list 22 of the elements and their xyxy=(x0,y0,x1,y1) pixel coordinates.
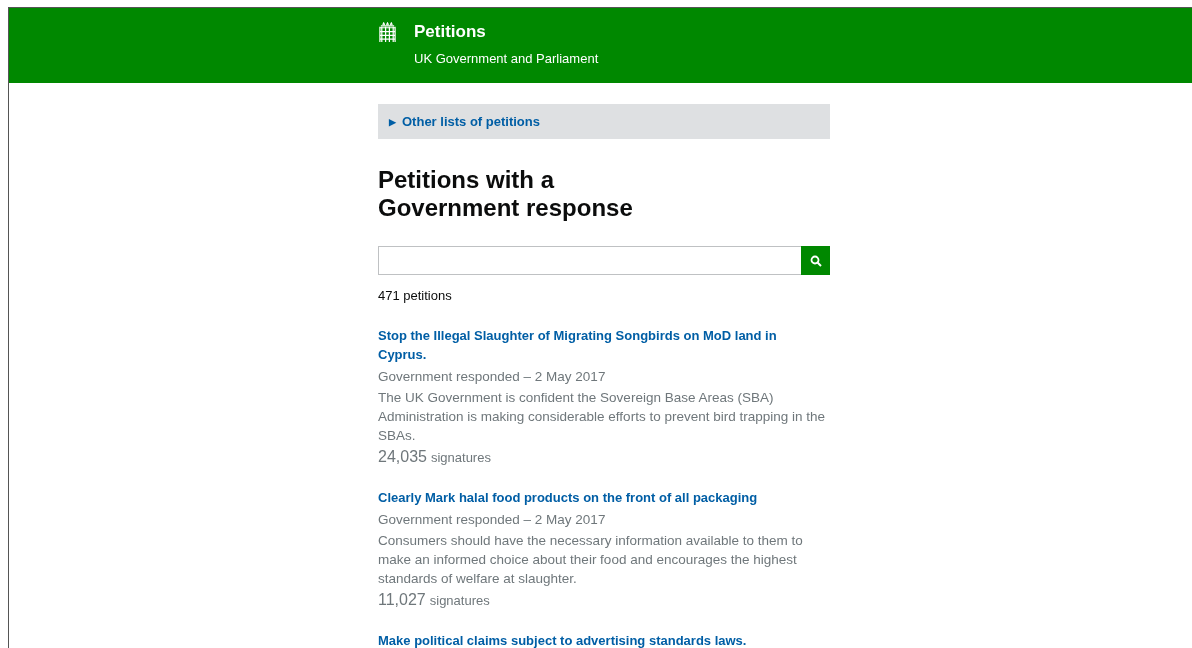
search-icon[interactable] xyxy=(809,254,822,267)
signature-label: signatures xyxy=(430,450,491,465)
signature-count: 11,027 xyxy=(378,591,426,608)
response-date: Government responded – 2 May 2017 xyxy=(378,511,606,529)
site-title[interactable]: Petitions xyxy=(414,21,486,43)
result-count: 471 petitions xyxy=(378,288,453,304)
page-heading: Petitions with a Government response xyxy=(378,166,634,222)
other-lists-toggle[interactable]: ▶ Other lists of petitions xyxy=(378,104,830,139)
disclosure-icon[interactable]: ▶ xyxy=(389,116,396,127)
response-date: Government responded – 2 May 2017 xyxy=(378,368,606,386)
search-button[interactable] xyxy=(801,246,830,275)
response-summary: The UK Government is confident the Sovereign Base Areas (SBA) Administration is making considerable efforts to prevent bird trapping in the SBAs. xyxy=(378,389,826,445)
petition-link[interactable]: Stop the Illegal Slaughter of Migrating Songbirds on MoD land in Cyprus. xyxy=(378,326,803,364)
response-summary: Consumers should have the necessary information available to them to make an informed choice about their food and encourages the highest standards of welfare at slaughter. xyxy=(378,532,804,588)
signature-label: signatures xyxy=(429,593,490,608)
portcullis-icon[interactable] xyxy=(378,22,397,43)
site-subtitle: UK Government and Parliament xyxy=(414,51,599,66)
petition-link[interactable]: Make political claims subject to advertising standards laws. xyxy=(378,631,747,648)
other-lists-link[interactable]: Other lists of petitions xyxy=(402,114,540,129)
signature-count: 24,035 xyxy=(378,448,427,465)
petition-link[interactable]: Clearly Mark halal food products on the front of all packaging xyxy=(378,488,758,507)
search-field[interactable] xyxy=(378,246,801,275)
